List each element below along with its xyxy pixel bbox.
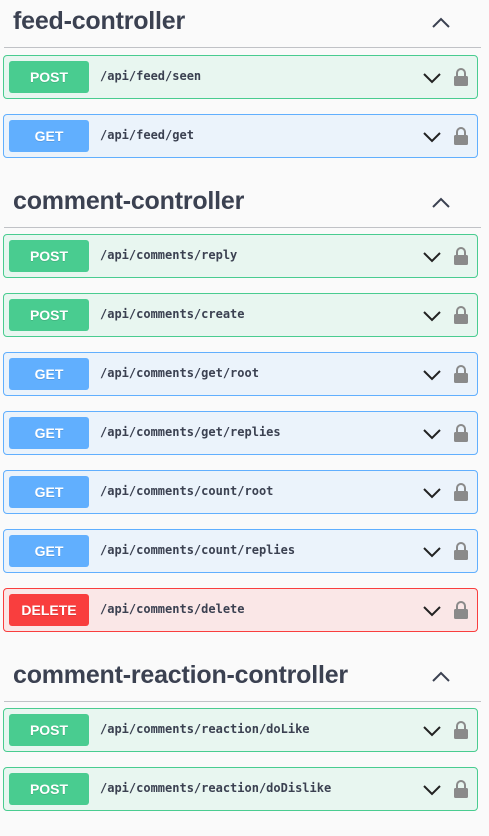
operation-path: /api/comments/reply xyxy=(100,248,238,262)
operation-get-comments-count-root[interactable]: GET /api/comments/count/root xyxy=(3,470,478,514)
chevron-up-icon[interactable] xyxy=(431,194,451,210)
chevron-down-icon[interactable] xyxy=(423,724,441,738)
operation-path: /api/comments/create xyxy=(100,307,245,321)
method-badge: DELETE xyxy=(9,594,89,626)
operation-get-feed-get[interactable]: GET /api/feed/get xyxy=(3,114,478,158)
chevron-down-icon[interactable] xyxy=(423,309,441,323)
lock-icon[interactable] xyxy=(453,126,469,146)
method-badge: POST xyxy=(9,61,89,93)
lock-icon[interactable] xyxy=(453,600,469,620)
chevron-up-icon[interactable] xyxy=(431,14,451,30)
operation-get-comments-get-root[interactable]: GET /api/comments/get/root xyxy=(3,352,478,396)
method-badge: GET xyxy=(9,417,89,449)
lock-icon[interactable] xyxy=(453,482,469,502)
section-title: comment-reaction-controller xyxy=(13,661,348,689)
operation-path: /api/feed/get xyxy=(100,128,194,142)
section-title: feed-controller xyxy=(13,7,186,35)
method-badge: GET xyxy=(9,358,89,390)
operation-post-feed-seen[interactable]: POST /api/feed/seen xyxy=(3,55,478,99)
section-comment-reaction-controller: comment-reaction-controller xyxy=(0,654,489,702)
chevron-up-icon[interactable] xyxy=(431,668,451,684)
method-badge: GET xyxy=(9,476,89,508)
chevron-down-icon[interactable] xyxy=(423,783,441,797)
chevron-down-icon[interactable] xyxy=(423,130,441,144)
section-header[interactable]: feed-controller xyxy=(4,0,481,48)
operation-post-reaction-dodislike[interactable]: POST /api/comments/reaction/doDislike xyxy=(3,767,478,811)
operation-path: /api/comments/count/replies xyxy=(100,543,296,557)
method-badge: POST xyxy=(9,714,89,746)
operation-path: /api/comments/delete xyxy=(100,602,245,616)
chevron-down-icon[interactable] xyxy=(423,368,441,382)
chevron-down-icon[interactable] xyxy=(423,545,441,559)
operation-post-reaction-dolike[interactable]: POST /api/comments/reaction/doLike xyxy=(3,708,478,752)
operation-path: /api/comments/get/replies xyxy=(100,425,281,439)
operation-path: /api/feed/seen xyxy=(100,69,202,83)
operation-post-comments-reply[interactable]: POST /api/comments/reply xyxy=(3,234,478,278)
lock-icon[interactable] xyxy=(453,246,469,266)
chevron-down-icon[interactable] xyxy=(423,427,441,441)
method-badge: POST xyxy=(9,299,89,331)
method-badge: POST xyxy=(9,773,89,805)
method-badge: GET xyxy=(9,120,89,152)
section-feed-controller: feed-controller xyxy=(0,0,489,48)
lock-icon[interactable] xyxy=(453,720,469,740)
method-badge: POST xyxy=(9,240,89,272)
lock-icon[interactable] xyxy=(453,305,469,325)
section-header[interactable]: comment-reaction-controller xyxy=(4,654,481,702)
lock-icon[interactable] xyxy=(453,779,469,799)
section-title: comment-controller xyxy=(13,187,245,215)
chevron-down-icon[interactable] xyxy=(423,250,441,264)
operation-path: /api/comments/reaction/doDislike xyxy=(100,781,332,795)
lock-icon[interactable] xyxy=(453,67,469,87)
lock-icon[interactable] xyxy=(453,541,469,561)
operation-get-comments-get-replies[interactable]: GET /api/comments/get/replies xyxy=(3,411,478,455)
chevron-down-icon[interactable] xyxy=(423,604,441,618)
chevron-down-icon[interactable] xyxy=(423,71,441,85)
operation-path: /api/comments/reaction/doLike xyxy=(100,722,310,736)
lock-icon[interactable] xyxy=(453,364,469,384)
operation-path: /api/comments/get/root xyxy=(100,366,259,380)
operation-path: /api/comments/count/root xyxy=(100,484,274,498)
operation-post-comments-create[interactable]: POST /api/comments/create xyxy=(3,293,478,337)
chevron-down-icon[interactable] xyxy=(423,486,441,500)
section-header[interactable]: comment-controller xyxy=(4,180,481,228)
operation-get-comments-count-replies[interactable]: GET /api/comments/count/replies xyxy=(3,529,478,573)
method-badge: GET xyxy=(9,535,89,567)
operation-delete-comments-delete[interactable]: DELETE /api/comments/delete xyxy=(3,588,478,632)
section-comment-controller: comment-controller xyxy=(0,180,489,228)
lock-icon[interactable] xyxy=(453,423,469,443)
